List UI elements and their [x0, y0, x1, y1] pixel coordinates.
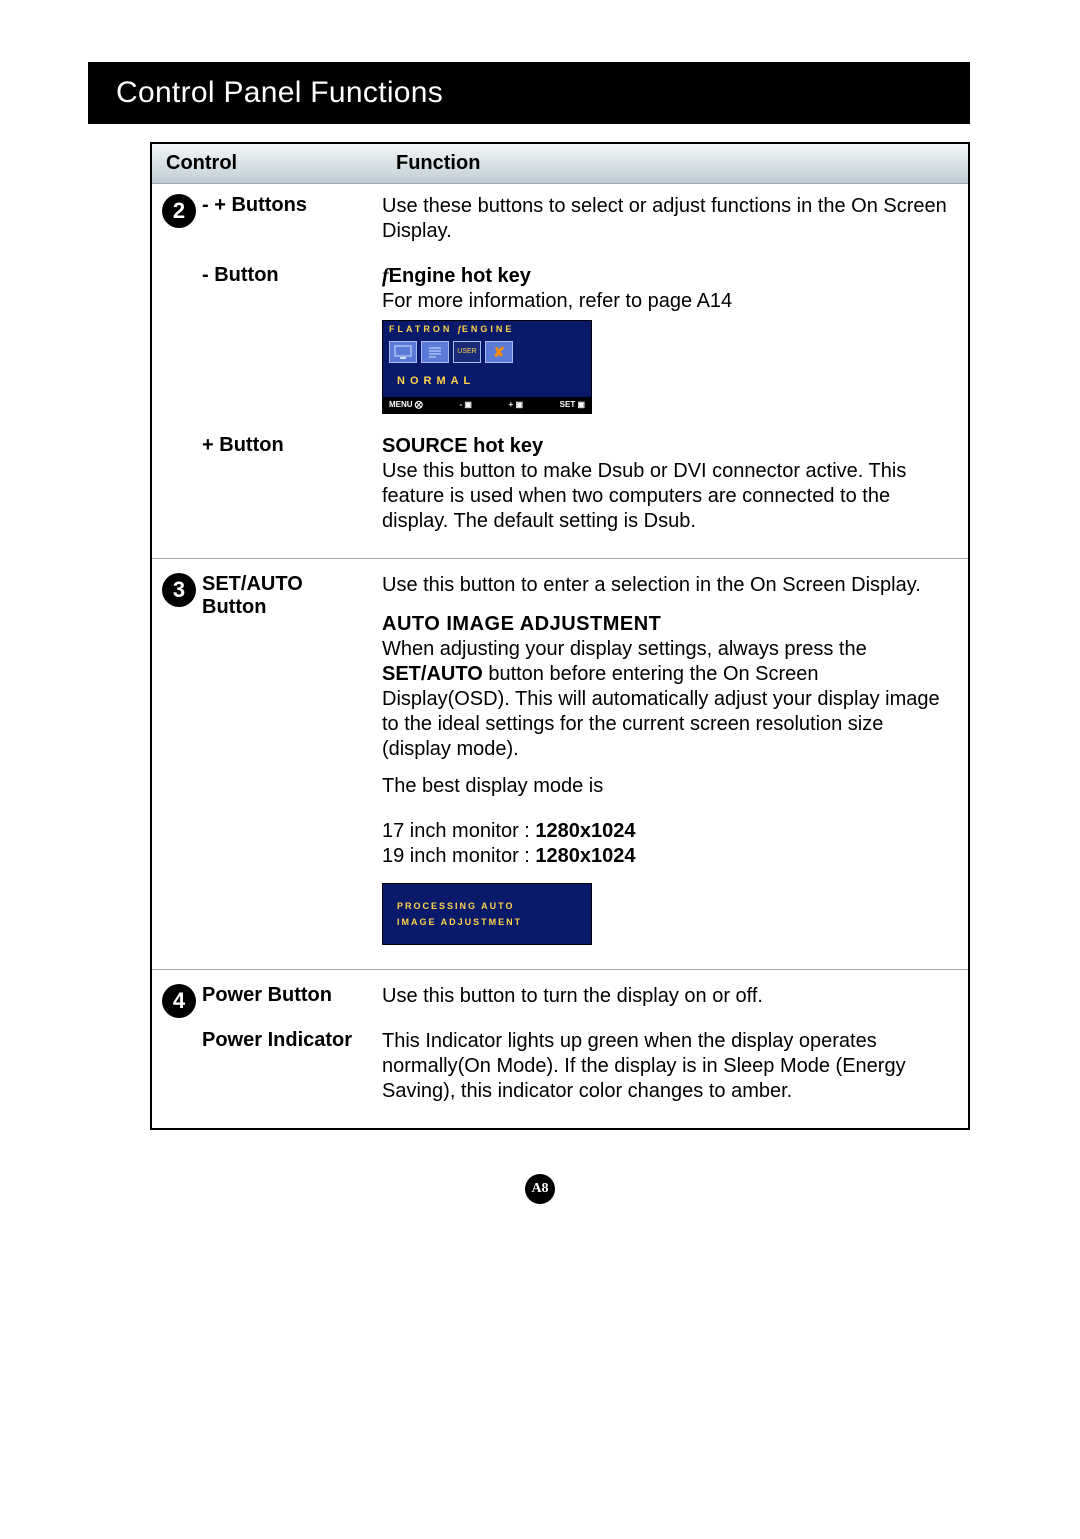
- row-fengine: - Button fEngine hot key For more inform…: [152, 254, 968, 424]
- source-hotkey-desc: Use this button to make Dsub or DVI conn…: [382, 460, 906, 532]
- control-prefix-plus: +: [202, 434, 219, 456]
- osd-processing-box: PROCESSING AUTO IMAGE ADJUSTMENT: [382, 883, 592, 945]
- row-number-4-icon: 4: [162, 984, 196, 1018]
- setauto-intro: Use this button to enter a selection in …: [382, 574, 921, 596]
- row-setauto: 3 SET/AUTO Button Use this button to ent…: [152, 559, 968, 956]
- fengine-f: f: [382, 265, 389, 287]
- osd-flatron: FLATRON: [389, 324, 452, 334]
- osd-normal-label: NORMAL: [383, 367, 591, 397]
- processing-line1: PROCESSING AUTO: [397, 898, 581, 914]
- osd-user-label: USER: [453, 341, 481, 363]
- fengine-more-info: For more information, refer to page A14: [382, 290, 732, 312]
- osd-text-icon: [421, 341, 449, 363]
- fengine-hotkey: hot key: [455, 265, 531, 287]
- header-control: Control: [152, 144, 382, 184]
- power-indicator-desc: This Indicator lights up green when the …: [382, 1019, 968, 1114]
- content-table-wrap: Control Function 2 - + Buttons Use these…: [150, 142, 970, 1130]
- page-title: Control Panel Functions: [88, 62, 970, 124]
- osd-bottom-menu: MENU ⨂: [389, 400, 423, 410]
- osd-engine: ENGINE: [462, 324, 515, 334]
- setauto-label-l1: SET/AUTO: [202, 573, 303, 595]
- auto-bold-setauto: SET/AUTO: [382, 663, 483, 685]
- control-minus-button-label: Button: [214, 264, 278, 286]
- row-number-2-icon: 2: [162, 194, 196, 228]
- fengine-engine: Engine: [389, 265, 456, 287]
- func-buttons: Use these buttons to select or adjust fu…: [382, 184, 968, 255]
- control-prefix-minus: -: [202, 264, 214, 286]
- osd-bottom-plus: + ▣: [509, 400, 523, 410]
- control-plus-button-label: Button: [219, 434, 283, 456]
- osd-close-icon: ✘: [485, 341, 513, 363]
- res19-value: 1280x1024: [535, 845, 635, 867]
- control-function-table: Control Function 2 - + Buttons Use these…: [152, 144, 968, 1128]
- source-hotkey-title: SOURCE hot key: [382, 435, 543, 457]
- control-buttons-label: Buttons: [231, 194, 307, 216]
- power-indicator-label: Power Indicator: [202, 1029, 352, 1051]
- osd-fengine-box: FLATRON fENGINE USER ✘ NORMAL MENU ⨂: [382, 320, 592, 414]
- res17-prefix: 17 inch monitor :: [382, 820, 535, 842]
- page-number: A8: [525, 1174, 555, 1204]
- power-button-label: Power Button: [202, 984, 332, 1006]
- osd-bottom-set: SET ▣: [560, 400, 585, 410]
- res19-prefix: 19 inch monitor :: [382, 845, 535, 867]
- setauto-label-l2: Button: [202, 596, 266, 618]
- auto-p1a: When adjusting your display settings, al…: [382, 638, 867, 660]
- row-number-3-icon: 3: [162, 573, 196, 607]
- auto-image-header: AUTO IMAGE ADJUSTMENT: [382, 612, 950, 637]
- table-header-row: Control Function: [152, 144, 968, 184]
- row-power-indicator: Power Indicator This Indicator lights up…: [152, 1019, 968, 1114]
- row-buttons: 2 - + Buttons Use these buttons to selec…: [152, 184, 968, 255]
- header-function: Function: [382, 144, 968, 184]
- osd-monitor-icon: [389, 341, 417, 363]
- page-number-wrap: A8: [0, 1174, 1080, 1204]
- control-prefix: - +: [202, 194, 231, 216]
- power-button-desc: Use this button to turn the display on o…: [382, 970, 968, 1020]
- res17-value: 1280x1024: [535, 820, 635, 842]
- osd-bottom-minus: - ▣: [459, 400, 471, 410]
- row-power-button: 4 Power Button Use this button to turn t…: [152, 970, 968, 1020]
- best-mode-line: The best display mode is: [382, 774, 950, 799]
- processing-line2: IMAGE ADJUSTMENT: [397, 914, 581, 930]
- row-source: + Button SOURCE hot key Use this button …: [152, 424, 968, 544]
